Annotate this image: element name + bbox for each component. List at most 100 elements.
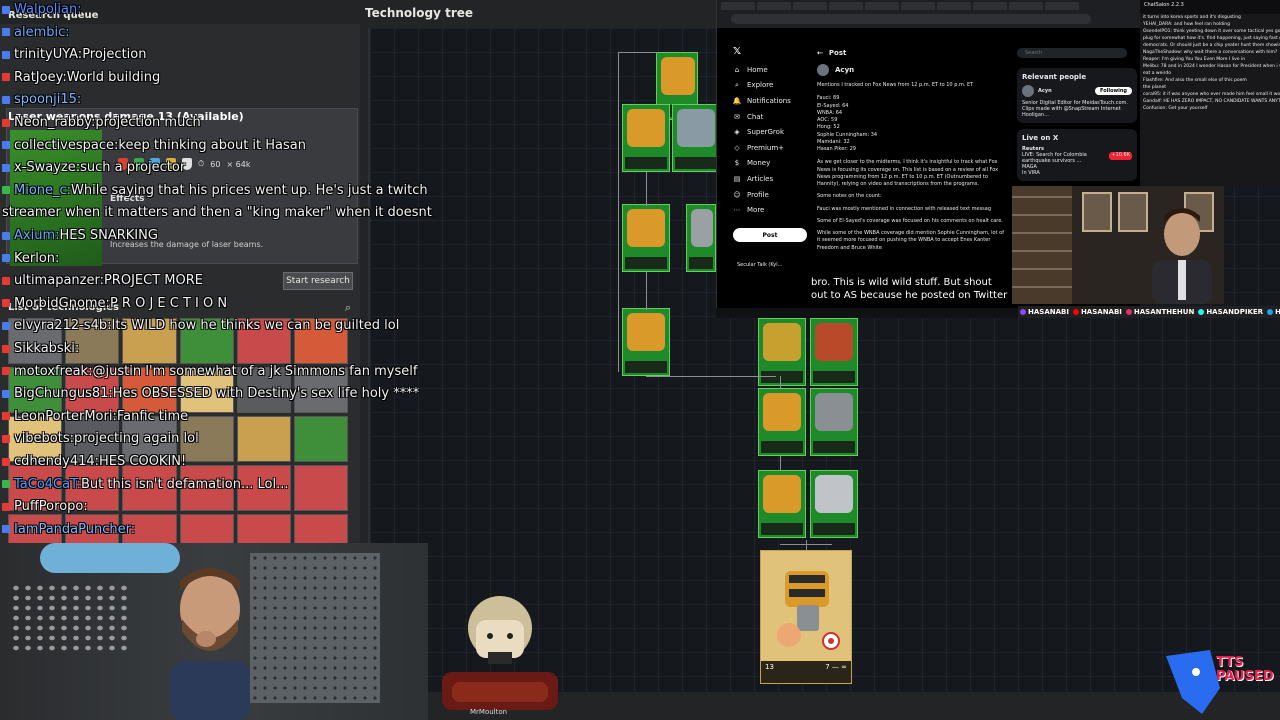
chat-message: Flashfire: And also the small else of th…	[1143, 78, 1247, 83]
browser-tab[interactable]	[901, 2, 935, 10]
selected-tree-node[interactable]: 13 7 — ∞	[760, 550, 852, 684]
chat-username[interactable]: Neon_rabby:	[14, 115, 95, 130]
tree-node[interactable]	[758, 388, 806, 456]
post-paragraph-5: While some of the WNBA coverage did ment…	[817, 230, 1004, 251]
nav-item-more[interactable]: ⋯ More	[733, 202, 813, 218]
chat-badge-icon	[2, 434, 10, 443]
browser-tab[interactable]	[973, 2, 1007, 10]
tts-line-2: PAUSED	[1216, 669, 1274, 684]
chat-username[interactable]: Mione_c:	[14, 183, 71, 198]
chat-username[interactable]: Kerlon:	[14, 251, 59, 266]
nav-item-chat[interactable]: ✉ Chat	[733, 109, 813, 125]
tts-paused-label: TTS PAUSED	[1216, 656, 1274, 684]
avatar[interactable]	[1022, 85, 1034, 97]
browser-tab[interactable]	[937, 2, 971, 10]
nav-item-profile[interactable]: ☺ Profile	[733, 187, 813, 203]
browser-tab[interactable]	[1009, 2, 1043, 10]
chat-username[interactable]: ultimapanzer:	[14, 273, 104, 288]
tree-node[interactable]	[758, 470, 806, 538]
node-cost-bar	[625, 157, 667, 169]
nav-item-explore[interactable]: ⌕ Explore	[733, 78, 813, 94]
browser-tab[interactable]	[757, 2, 791, 10]
tree-node[interactable]	[810, 470, 858, 538]
supergrok-icon: ◈	[734, 128, 740, 137]
chat-username[interactable]: motoxfreak:	[14, 364, 92, 379]
chat-username[interactable]: alembic:	[14, 25, 70, 40]
browser-tab[interactable]	[1045, 2, 1079, 10]
chat-username[interactable]: LeonPorterMori:	[14, 409, 117, 424]
nav-item-money[interactable]: $ Money	[733, 156, 813, 172]
chat-username[interactable]: RatJoey:	[14, 70, 67, 85]
back-arrow-icon[interactable]: ←	[817, 48, 823, 58]
chat-badge-icon	[2, 276, 10, 285]
nav-item-premium[interactable]: ◇ Premium+	[733, 140, 813, 156]
post-author[interactable]: Acyn	[835, 65, 854, 75]
chat-username[interactable]: Axium:	[14, 228, 59, 243]
chat-username[interactable]: elvyra212-s4b:	[14, 318, 112, 333]
social-handle-text: HASANABI	[1028, 308, 1069, 316]
chat-username[interactable]: BigChungus81:	[14, 386, 113, 401]
social-platform-icon	[1020, 309, 1026, 315]
tree-node[interactable]	[810, 388, 858, 456]
live-item[interactable]: LIVE: Search for Colombia earthquake sur…	[1022, 152, 1106, 164]
tree-connector	[646, 272, 647, 310]
nav-item-articles[interactable]: ▤ Articles	[733, 171, 813, 187]
nav-label: Money	[747, 159, 771, 168]
search-input[interactable]: Search	[1017, 48, 1127, 58]
browser-tab[interactable]	[865, 2, 899, 10]
chat-username[interactable]: PuffPoropo:	[14, 499, 88, 514]
chat-username[interactable]: MorbidGnome:	[14, 296, 110, 311]
post-header: ← Post	[817, 48, 1007, 58]
chat-message: RatJoey:World building	[2, 70, 160, 85]
avatar[interactable]	[817, 64, 829, 77]
tree-node[interactable]	[622, 204, 670, 272]
chat-message: collectivespace:keep thinking about it H…	[2, 138, 306, 153]
social-handles-bar: HASANABI HASANABI HASANTHEHUN HASANDPIKER HA…	[1018, 306, 1280, 318]
nav-item-notifications[interactable]: 🔔 Notifications	[733, 93, 813, 109]
chat-username[interactable]: TaCo4CaT:	[14, 477, 81, 492]
wall-frame	[1082, 192, 1112, 232]
chat-text: But this isn't defamation... Lol...	[81, 476, 289, 492]
chat-message: Confusion: Get your yourself	[1143, 106, 1208, 111]
chat-username[interactable]: Sikkabski:	[14, 341, 79, 356]
nav-label: Home	[747, 65, 768, 74]
url-bar[interactable]	[731, 14, 1091, 24]
live-item-3[interactable]: In VIRA	[1022, 170, 1132, 176]
chat-username[interactable]: IamPandaPuncher:	[14, 522, 135, 537]
live-on-x-title: Live on X	[1022, 134, 1059, 142]
node-cost-bar	[813, 441, 855, 453]
chat-username[interactable]: Walpolian:	[14, 2, 82, 17]
chat-text: @justin I'm somewhat of a jk Simmons fan…	[92, 363, 418, 379]
tree-connector	[780, 376, 781, 388]
chat-message: ultimapanzer:PROJECT MORE	[2, 273, 203, 288]
browser-tab[interactable]	[793, 2, 827, 10]
nav-item-home[interactable]: ⌂ Home	[733, 62, 813, 78]
chat-text: projection much	[95, 115, 201, 130]
nav-item-supergrok[interactable]: ◈ SuperGrok	[733, 124, 813, 140]
chat-username[interactable]: spoonji15:	[14, 92, 81, 107]
tree-node[interactable]	[686, 204, 716, 272]
tree-node[interactable]	[672, 104, 720, 172]
x-sidebar: 𝕏 ⌂ Home ⌕ Explore 🔔 Notifications ✉ Chat ◈ Super…	[733, 46, 813, 218]
chat-username[interactable]: cdhendy414:	[14, 454, 99, 469]
chat-message: Mione_c:While saying that his prices wen…	[2, 183, 428, 198]
tech-icon	[763, 393, 801, 431]
notifications-icon: 🔔	[732, 96, 742, 105]
browser-tab[interactable]	[829, 2, 863, 10]
tree-node[interactable]	[810, 318, 858, 386]
chat-username[interactable]: trinityUYA:	[14, 47, 82, 62]
chat-username[interactable]: vibebots:	[14, 431, 74, 446]
chat-username[interactable]: x-Swayze:	[14, 160, 80, 175]
post-button[interactable]: Post	[733, 228, 807, 242]
tree-node[interactable]	[622, 104, 670, 172]
person-name[interactable]: Acyn	[1038, 88, 1052, 94]
browser-tab[interactable]	[721, 2, 755, 10]
chat-text: HES COOKIN!	[99, 454, 187, 469]
account-switcher[interactable]: Secular Talk (Kyl...	[737, 262, 817, 268]
chat-message: Walpolian:	[2, 2, 82, 17]
x-logo-icon[interactable]: 𝕏	[733, 46, 813, 62]
following-button[interactable]: Following	[1095, 87, 1132, 95]
tree-node[interactable]	[622, 308, 670, 376]
chat-username[interactable]: collectivespace:	[14, 138, 118, 153]
post-paragraph-4: Some of El-Sayed's coverage was focused …	[817, 217, 1003, 224]
